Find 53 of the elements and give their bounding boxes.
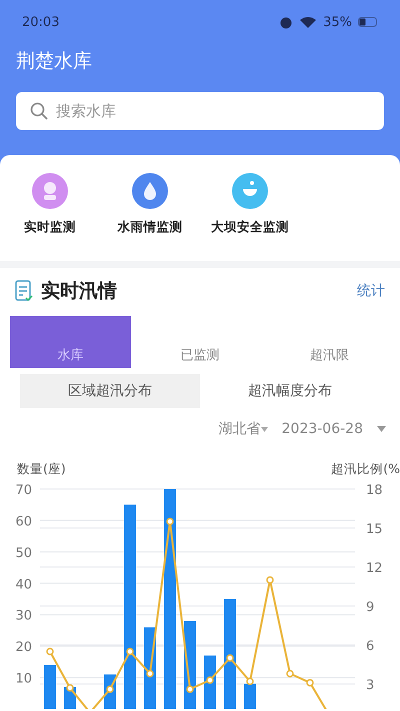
point: [226, 654, 234, 662]
checklist-icon: [15, 280, 33, 302]
tick-label: 3: [366, 678, 374, 693]
point: [146, 670, 154, 678]
action-label[interactable]: 实时监测: [24, 219, 76, 236]
point: [266, 576, 274, 584]
point: [246, 678, 254, 686]
tick-label: 15: [366, 522, 383, 537]
tick-label: 40: [15, 577, 32, 592]
point: [206, 676, 214, 684]
point: [106, 685, 114, 693]
status-time: 20:03: [22, 14, 60, 30]
statistics-link[interactable]: 统计: [357, 282, 385, 300]
section-title: 实时汛情: [41, 279, 118, 304]
tick-label: 10: [15, 672, 32, 687]
point: [66, 684, 74, 692]
bar: [204, 656, 216, 709]
point: [186, 685, 194, 693]
tick-label: 30: [15, 608, 32, 624]
axis-title: 超汛比例(%: [331, 461, 400, 478]
point: [46, 648, 54, 656]
action-label[interactable]: 水雨情监测: [118, 219, 182, 236]
point: [286, 670, 294, 678]
axis-title: 数量(座): [17, 461, 66, 478]
caret-icon[interactable]: [377, 426, 386, 432]
app-title: 荆楚水库: [16, 49, 93, 74]
bar: [44, 665, 56, 709]
date-picker[interactable]: 2023-06-28: [282, 421, 363, 437]
search-field[interactable]: 搜索水库: [16, 92, 384, 130]
battery-icon: [358, 17, 378, 27]
tick-label: 12: [366, 561, 383, 576]
water-drop-icon[interactable]: [132, 173, 168, 209]
point: [126, 648, 134, 656]
tab[interactable]: 超汛幅度分布: [200, 374, 380, 408]
wifi-icon: [299, 16, 318, 28]
tick-label: 50: [15, 546, 32, 561]
action-label[interactable]: 大坝安全监测: [211, 219, 289, 236]
tab[interactable]: 区域超汛分布: [20, 374, 200, 408]
camera-icon[interactable]: [32, 173, 68, 209]
bar: [244, 684, 256, 709]
tick-label: 20: [15, 640, 32, 656]
tick-label: 6: [366, 639, 374, 654]
battery-percent: 35%: [323, 14, 352, 30]
tick-label: 60: [15, 514, 32, 530]
region-dropdown[interactable]: 湖北省: [218, 420, 261, 438]
point: [166, 518, 174, 526]
tick-label: 70: [15, 483, 32, 498]
tick-label: 9: [366, 600, 374, 615]
point: [306, 678, 314, 686]
stat-card[interactable]: 水库: [10, 316, 132, 368]
droplet-smile-icon[interactable]: [232, 173, 268, 209]
tick-label: 18: [366, 483, 383, 498]
caret-icon[interactable]: [260, 426, 268, 432]
